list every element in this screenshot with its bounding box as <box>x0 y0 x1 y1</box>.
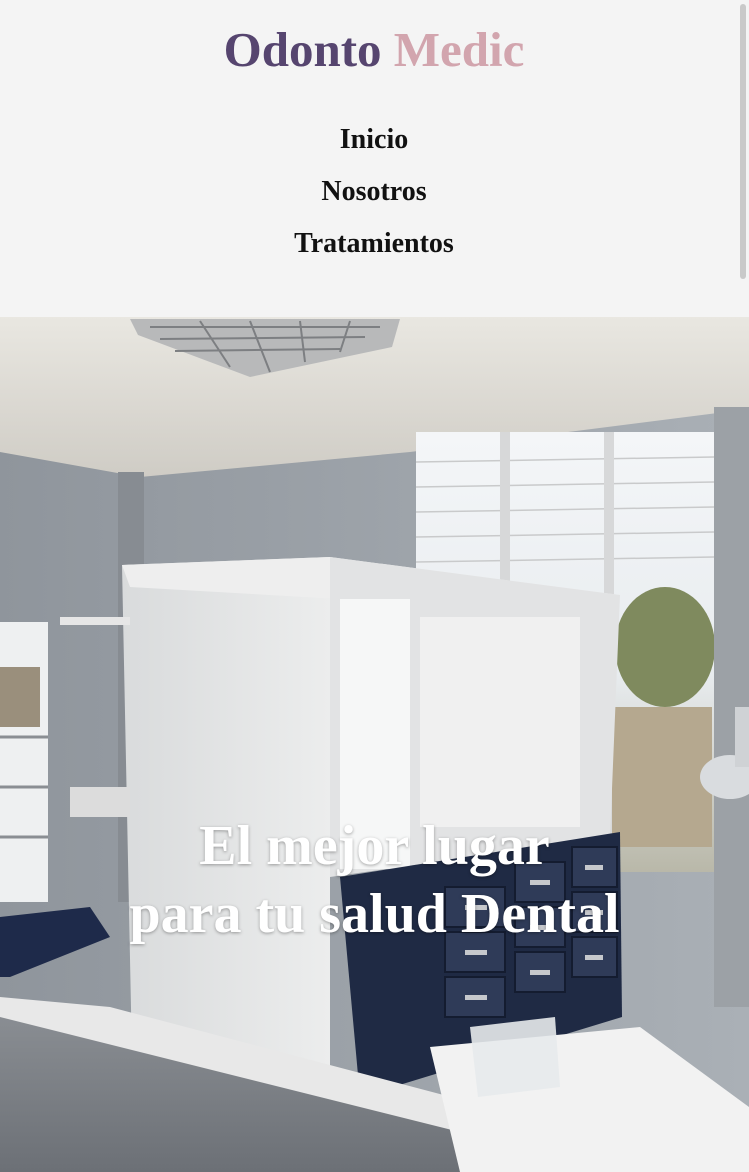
nav-link-nosotros[interactable]: Nosotros <box>0 166 748 218</box>
brand-name-part1: Odonto <box>223 22 382 77</box>
hero-headline-line2: para tu salud Dental <box>129 883 620 945</box>
main-nav: Inicio Nosotros Tratamientos <box>0 114 748 270</box>
nav-link-tratamientos[interactable]: Tratamientos <box>0 218 748 270</box>
hero-section: El mejor lugar para tu salud Dental <box>0 317 749 1172</box>
brand-logo[interactable]: Odonto Medic <box>0 22 748 78</box>
hero-background-photo <box>0 317 749 1172</box>
nav-link-inicio[interactable]: Inicio <box>0 114 748 166</box>
scrollbar-thumb[interactable] <box>740 4 746 279</box>
brand-name-part2: Medic <box>393 22 525 77</box>
site-header: Odonto Medic Inicio Nosotros Tratamiento… <box>0 0 738 317</box>
hero-headline-line1: El mejor lugar <box>199 815 550 877</box>
hero-headline: El mejor lugar para tu salud Dental <box>0 812 749 948</box>
scrollbar[interactable] <box>738 0 749 317</box>
